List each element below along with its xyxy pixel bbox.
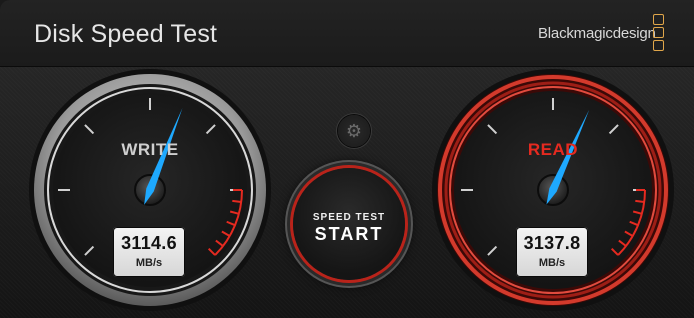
app-window: Disk Speed Test Blackmagicdesign WRITE R… (0, 0, 694, 318)
write-unit: MB/s (135, 257, 163, 269)
read-unit: MB/s (538, 257, 566, 269)
start-button[interactable]: SPEED TEST START (293, 168, 405, 280)
settings-button[interactable]: ⚙ (338, 115, 370, 147)
start-button-caption: SPEED TEST (312, 212, 386, 223)
write-value: 3114.6 (121, 233, 177, 253)
red-zone-tick (232, 199, 242, 203)
start-button-label: START (314, 224, 384, 244)
red-zone-tick (635, 199, 645, 203)
read-readout: 3137.8 MB/s (516, 227, 588, 277)
read-value: 3137.8 (523, 233, 581, 253)
write-readout: 3114.6 MB/s (113, 227, 185, 277)
gear-icon: ⚙ (345, 121, 363, 141)
read-label: READ (527, 140, 579, 159)
write-label: WRITE (121, 140, 179, 159)
